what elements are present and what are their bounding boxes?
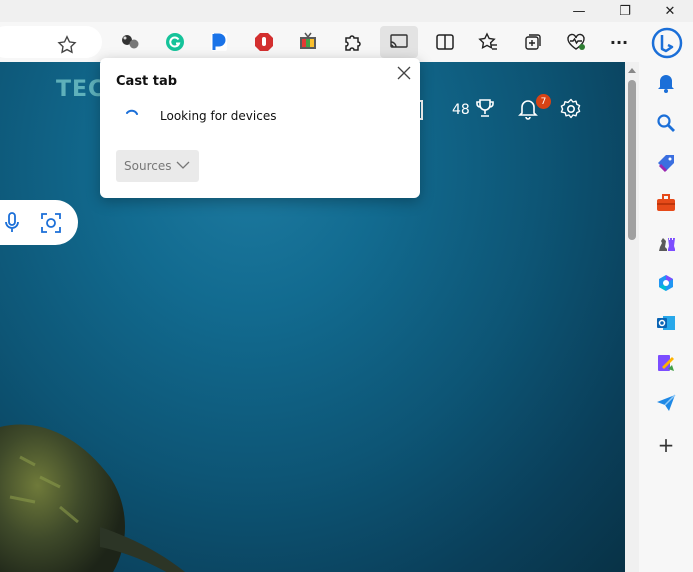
address-bar[interactable] [0,26,102,58]
trophy-icon[interactable] [476,98,494,118]
turtle-image [0,424,185,572]
scroll-thumb[interactable] [628,80,636,240]
bing-icon [651,27,683,59]
microphone-icon[interactable] [4,212,20,234]
chevron-down-icon [176,161,190,169]
favorites-icon[interactable] [476,30,500,54]
cast-tab-popup: Cast tab Looking for devices Sources [100,58,420,198]
p-extension-icon[interactable] [207,30,231,54]
cast-button[interactable] [380,26,418,58]
edge-sidebar: + [639,62,693,572]
more-icon: ··· [609,32,629,52]
sources-dropdown[interactable]: Sources [116,150,199,182]
minimize-button[interactable]: — [561,0,597,22]
collections-icon[interactable] [521,30,545,54]
sidebar-outlook-icon[interactable] [655,312,677,334]
title-bar: — ❐ ✕ [0,0,693,22]
cast-status-text: Looking for devices [160,109,277,123]
extension-dots-icon[interactable] [118,30,142,54]
favorites-star-icon[interactable] [56,34,78,56]
search-box[interactable] [0,200,78,245]
browser-essentials-icon[interactable] [564,30,588,54]
scroll-up-arrow-icon[interactable] [628,68,636,73]
sources-label: Sources [124,159,172,173]
extensions-puzzle-icon[interactable] [340,30,364,54]
page-scrollbar[interactable] [625,62,639,572]
sidebar-tools-icon[interactable] [655,192,677,214]
notification-badge: 7 [536,94,551,109]
sidebar-drop-icon[interactable] [655,352,677,374]
sidebar-bell-icon[interactable] [655,72,677,94]
browser-toolbar: ··· [0,22,693,62]
popup-title: Cast tab [116,74,178,89]
more-button[interactable]: ··· [607,30,631,54]
minimize-icon: — [572,3,586,19]
settings-gear-icon[interactable] [560,98,582,120]
rewards-points[interactable]: 48 [452,102,470,118]
restore-button[interactable]: ❐ [607,0,643,22]
sidebar-search-icon[interactable] [655,112,677,134]
sidebar-games-icon[interactable] [655,232,677,254]
split-screen-icon[interactable] [433,30,457,54]
cast-icon [390,34,408,48]
notifications-bell-icon[interactable] [518,98,538,120]
stop-sign-icon[interactable] [252,30,276,54]
sidebar-send-icon[interactable] [655,392,677,414]
grammarly-icon[interactable] [163,30,187,54]
close-window-button[interactable]: ✕ [652,0,688,22]
visual-search-icon[interactable] [40,212,62,234]
bing-button[interactable] [650,26,684,60]
sidebar-add-button[interactable]: + [655,433,677,457]
loading-spinner-icon [126,109,138,115]
add-icon: + [657,433,675,457]
close-icon[interactable] [396,65,412,81]
tv-extension-icon[interactable] [296,30,320,54]
close-window-icon: ✕ [664,3,676,19]
restore-icon: ❐ [619,3,631,19]
sidebar-microsoft365-icon[interactable] [655,272,677,294]
sidebar-shopping-tag-icon[interactable] [655,152,677,174]
